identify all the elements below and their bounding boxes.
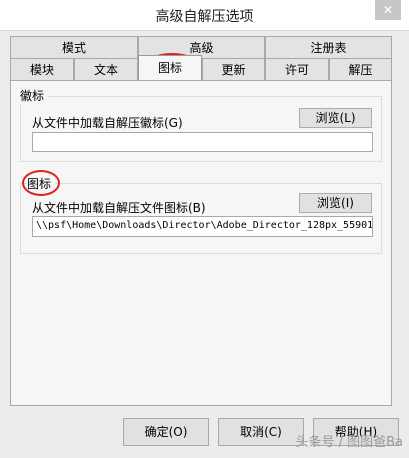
close-icon: ✕ — [382, 3, 394, 17]
cancel-button[interactable]: 取消(C) — [218, 418, 304, 446]
icon-load-label: 从文件中加载自解压文件图标(B) — [32, 201, 206, 215]
logo-load-label: 从文件中加载自解压徽标(G) — [32, 116, 183, 130]
tab-module[interactable]: 模块 — [10, 58, 74, 81]
tab-text[interactable]: 文本 — [74, 58, 138, 81]
tab-license[interactable]: 许可 — [265, 58, 329, 81]
title-bar: 高级自解压选项 ✕ — [0, 0, 409, 31]
tab-mode[interactable]: 模式 — [10, 36, 138, 58]
window-title: 高级自解压选项 — [155, 9, 254, 25]
tab-extract[interactable]: 解压 — [329, 58, 392, 81]
logo-group-title: 徽标 — [20, 87, 49, 104]
icon-path-input[interactable]: \\psf\Home\Downloads\Director\Adobe_Dire… — [32, 216, 373, 237]
tab-icon[interactable]: 图标 — [138, 55, 202, 80]
watermark-text: 头条号 / 图图爸Ba — [295, 435, 403, 450]
ok-button[interactable]: 确定(O) — [123, 418, 209, 446]
tab-registry[interactable]: 注册表 — [265, 36, 392, 58]
tab-update[interactable]: 更新 — [202, 58, 265, 81]
logo-browse-button[interactable]: 浏览(L) — [299, 108, 372, 128]
tab-row-2: 模块 文本 图标 更新 许可 解压 — [10, 55, 392, 81]
icon-browse-button[interactable]: 浏览(I) — [299, 193, 372, 213]
logo-path-input[interactable] — [32, 132, 373, 152]
annotation-circle-group — [22, 170, 60, 196]
close-button[interactable]: ✕ — [375, 0, 401, 20]
